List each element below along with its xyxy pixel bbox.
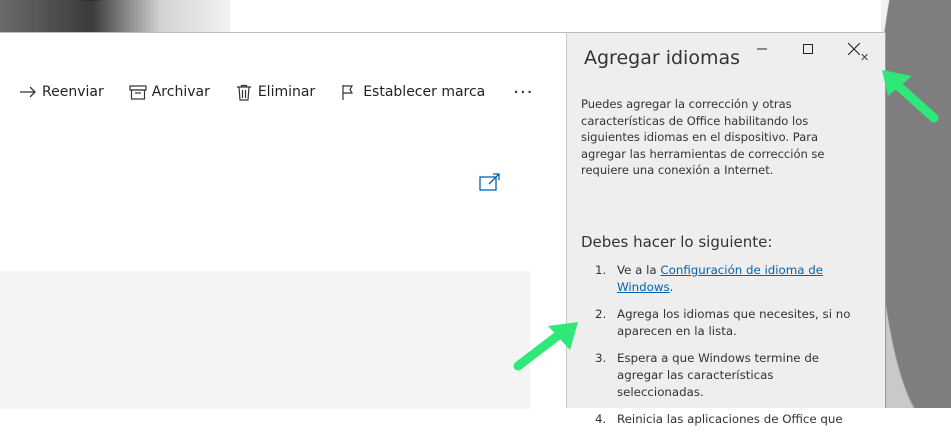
archive-label: Archivar <box>151 84 210 100</box>
forward-button[interactable]: Reenviar <box>18 84 104 100</box>
delete-label: Eliminar <box>257 84 316 100</box>
archive-box-icon <box>128 84 148 100</box>
message-toolbar: Reenviar Archivar Eliminar Establecer ma… <box>18 81 533 103</box>
window-controls <box>739 39 877 59</box>
step-item: 2. Agrega los idiomas que necesites, si … <box>583 306 853 340</box>
step-text-prefix: Ve a la <box>617 263 661 277</box>
delete-button[interactable]: Eliminar <box>234 84 315 101</box>
reading-pane <box>0 271 530 409</box>
dialog-subtitle: Debes hacer lo siguiente: <box>581 233 773 251</box>
step-text: Espera a que Windows termine de agregar … <box>617 351 820 399</box>
flag-label: Establecer marca <box>363 84 486 100</box>
step-number: 3. <box>595 351 607 365</box>
dialog-description: Puedes agregar la corrección y otras car… <box>581 97 825 177</box>
set-flag-button[interactable]: Establecer marca <box>339 84 485 101</box>
open-in-new-window-icon[interactable] <box>479 173 501 191</box>
desktop-wallpaper-right <box>881 0 951 408</box>
desktop-wallpaper-left <box>0 0 230 32</box>
step-text: Ve a la Configuración de idioma de Windo… <box>617 262 853 296</box>
step-number: 4. <box>595 412 607 426</box>
mail-window: Reenviar Archivar Eliminar Establecer ma… <box>0 32 566 409</box>
archive-button[interactable]: Archivar <box>128 84 210 100</box>
add-languages-dialog: Agregar idiomas ✕ Puedes agregar la corr… <box>566 32 886 426</box>
maximize-button[interactable] <box>785 39 831 59</box>
dialog-close-icon[interactable]: ✕ <box>860 51 869 64</box>
more-options-button[interactable]: ··· <box>513 82 533 103</box>
step-item: 3. Espera a que Windows termine de agreg… <box>583 350 853 401</box>
step-number: 1. <box>595 263 607 277</box>
forward-label: Reenviar <box>42 84 104 100</box>
arrow-right-icon <box>18 85 38 99</box>
close-icon <box>848 43 860 55</box>
trash-icon <box>234 84 254 101</box>
flag-icon <box>339 84 359 101</box>
close-window-button[interactable] <box>831 39 877 59</box>
step-number: 2. <box>595 307 607 321</box>
step-item: 4. Reinicia las aplicaciones de Office q… <box>583 411 853 428</box>
annotation-arrow-icon <box>513 322 578 371</box>
step-item: 1. Ve a la Configuración de idioma de Wi… <box>583 262 853 296</box>
steps-list: 1. Ve a la Configuración de idioma de Wi… <box>583 262 853 438</box>
minimize-button[interactable] <box>739 39 785 59</box>
step-text: Reinicia las aplicaciones de Office que <box>617 412 843 426</box>
annotation-arrow-icon <box>882 70 939 123</box>
step-text: Agrega los idiomas que necesites, si no … <box>617 307 851 338</box>
dialog-title: Agregar idiomas <box>584 47 740 69</box>
step-text-suffix: . <box>669 280 674 294</box>
